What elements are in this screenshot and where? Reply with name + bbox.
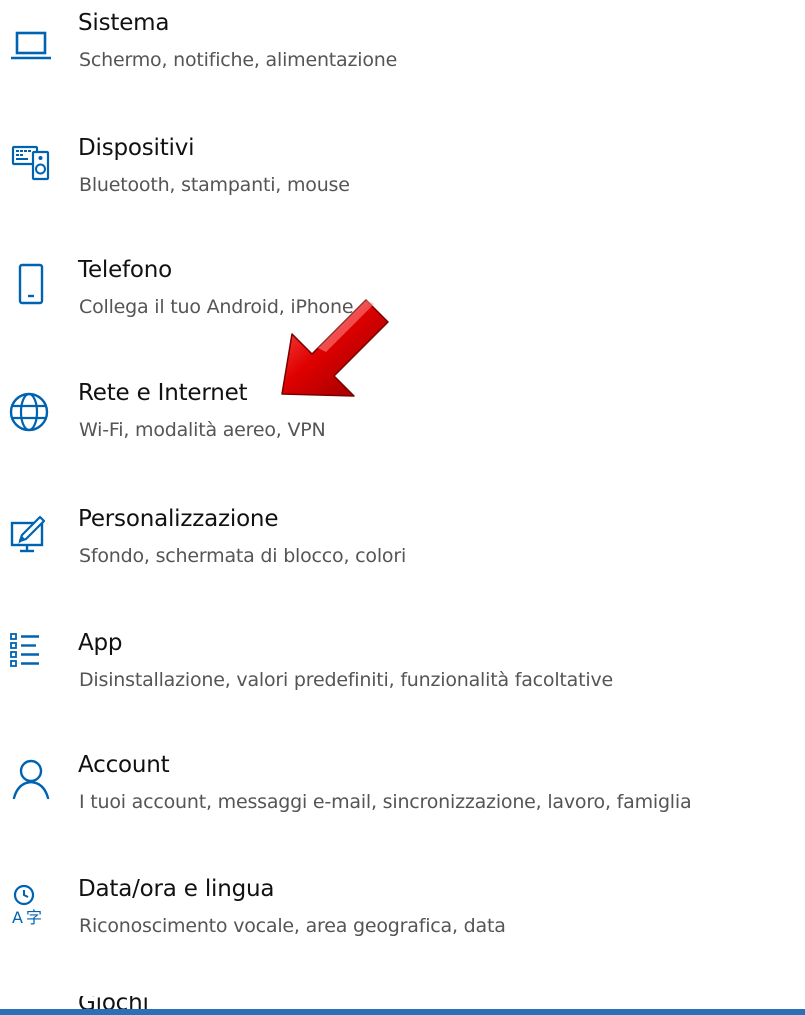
settings-item-title: Data/ora e lingua bbox=[78, 876, 275, 902]
settings-item-title: Telefono bbox=[78, 257, 173, 283]
settings-item-title: Dispositivi bbox=[78, 135, 195, 161]
settings-item-subtitle: Schermo, notifiche, alimentazione bbox=[79, 49, 398, 71]
apps-list-icon bbox=[6, 628, 56, 678]
bottom-border bbox=[0, 1009, 805, 1015]
settings-item-sistema[interactable]: Sistema Schermo, notifiche, alimentazion… bbox=[0, 8, 805, 108]
phone-icon bbox=[6, 260, 56, 310]
settings-item-subtitle: Wi-Fi, modalità aereo, VPN bbox=[79, 419, 326, 441]
personalization-icon bbox=[6, 511, 56, 561]
settings-item-subtitle: Bluetooth, stampanti, mouse bbox=[79, 174, 350, 196]
settings-item-title: Account bbox=[78, 752, 170, 778]
globe-icon bbox=[6, 387, 56, 437]
settings-item-subtitle: Sfondo, schermata di blocco, colori bbox=[79, 545, 407, 567]
settings-item-account[interactable]: Account I tuoi account, messaggi e-mail,… bbox=[0, 750, 805, 850]
settings-item-dispositivi[interactable]: Dispositivi Bluetooth, stampanti, mouse bbox=[0, 133, 805, 233]
time-language-icon: A 字 bbox=[6, 880, 56, 930]
settings-item-title: Rete e Internet bbox=[78, 380, 248, 406]
settings-item-subtitle: Disinstallazione, valori predefiniti, fu… bbox=[79, 669, 613, 691]
settings-item-personalizzazione[interactable]: Personalizzazione Sfondo, schermata di b… bbox=[0, 504, 805, 604]
settings-item-telefono[interactable]: Telefono Collega il tuo Android, iPhone bbox=[0, 255, 805, 355]
settings-item-title: Sistema bbox=[78, 10, 170, 36]
settings-item-subtitle: I tuoi account, messaggi e-mail, sincron… bbox=[79, 791, 692, 813]
settings-item-title: App bbox=[78, 630, 123, 656]
settings-item-app[interactable]: App Disinstallazione, valori predefiniti… bbox=[0, 628, 805, 728]
settings-item-subtitle: Riconoscimento vocale, area geografica, … bbox=[79, 915, 506, 937]
account-icon bbox=[6, 754, 56, 804]
red-arrow-icon bbox=[281, 299, 389, 397]
laptop-icon bbox=[6, 20, 56, 70]
settings-page: Sistema Schermo, notifiche, alimentazion… bbox=[0, 0, 805, 1015]
settings-item-data-ora-e-lingua[interactable]: A 字 Data/ora e lingua Riconoscimento voc… bbox=[0, 874, 805, 974]
settings-item-title: Personalizzazione bbox=[78, 506, 279, 532]
settings-item-rete-e-internet[interactable]: Rete e Internet Wi-Fi, modalità aereo, V… bbox=[0, 378, 805, 478]
svg-text:字: 字 bbox=[26, 908, 42, 927]
svg-text:A: A bbox=[12, 908, 23, 927]
devices-icon bbox=[6, 136, 56, 186]
